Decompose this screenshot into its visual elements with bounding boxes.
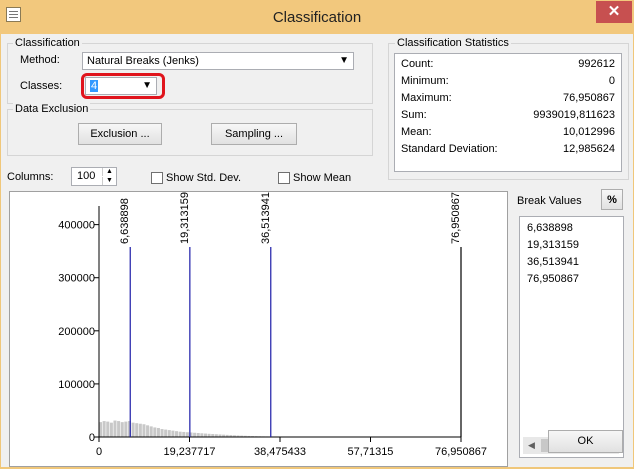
x-tick-label: 0 <box>96 446 102 458</box>
break-value-item[interactable]: 6,638898 <box>527 222 573 234</box>
histogram-bar <box>171 431 174 437</box>
stat-row-count: Count: 992612 <box>401 58 615 75</box>
stat-value: 76,950867 <box>563 92 615 104</box>
chevron-down-icon: ▼ <box>339 53 349 69</box>
stat-row-minimum: Minimum: 0 <box>401 75 615 92</box>
histogram-bar <box>142 424 145 437</box>
data-exclusion-group <box>7 109 373 156</box>
data-exclusion-label: Data Exclusion <box>13 103 90 115</box>
spin-up-icon[interactable]: ▲ <box>102 168 116 176</box>
columns-spinner[interactable]: 100 ▲ ▼ <box>71 167 117 186</box>
histogram-panel[interactable]: 400000 300000 200000 100000 00 19,237717 38,47… <box>9 191 508 467</box>
classification-group-label: Classification <box>13 37 82 49</box>
method-label: Method: <box>20 54 60 66</box>
histogram-bar <box>132 423 135 437</box>
stat-label: Sum: <box>401 109 427 121</box>
stat-value: 12,985624 <box>563 143 615 155</box>
spin-down-icon[interactable]: ▼ <box>102 177 116 185</box>
histogram-bar <box>197 433 200 437</box>
histogram-bar <box>193 433 196 437</box>
window-title: Classification <box>0 9 634 26</box>
method-value: Natural Breaks (Jenks) <box>87 55 199 67</box>
break-values-label: Break Values <box>517 195 582 207</box>
stat-value: 9939019,811623 <box>533 109 615 121</box>
x-tick-label: 57,71315 <box>348 446 394 458</box>
y-tick-label: 200000 <box>58 326 95 338</box>
break-label: 6,638898 <box>119 198 131 244</box>
columns-value: 100 <box>77 170 95 182</box>
x-tick-label: 76,950867 <box>435 446 487 458</box>
histogram-bar <box>146 425 149 437</box>
exclusion-button[interactable]: Exclusion ... <box>78 123 162 145</box>
sampling-button[interactable]: Sampling ... <box>211 123 297 145</box>
scroll-left-icon[interactable]: ◀ <box>523 437 540 454</box>
x-tick-label: 19,237717 <box>164 446 216 458</box>
break-value-item[interactable]: 19,313159 <box>527 239 579 251</box>
show-std-dev-checkbox[interactable] <box>151 172 163 184</box>
show-std-dev-label: Show Std. Dev. <box>166 172 241 184</box>
histogram-bar <box>121 422 124 437</box>
show-mean-checkbox[interactable] <box>278 172 290 184</box>
stat-label: Mean: <box>401 126 432 138</box>
ok-button[interactable]: OK <box>548 430 623 453</box>
histogram-bar <box>106 422 109 437</box>
dialog-body: Classification Method: Natural Breaks (J… <box>1 34 633 467</box>
break-value-item[interactable]: 36,513941 <box>527 256 579 268</box>
break-values-list[interactable]: 6,638898 19,313159 36,513941 76,950867 ◀… <box>519 216 624 458</box>
break-value-item[interactable]: 76,950867 <box>527 273 579 285</box>
histogram-bar <box>113 421 116 437</box>
histogram-bar <box>164 430 167 437</box>
highlight-annotation <box>81 73 165 99</box>
stat-value: 0 <box>609 75 615 87</box>
histogram-bar <box>161 429 164 437</box>
y-tick-label: 400000 <box>58 220 95 232</box>
y-tick-label: 0 <box>89 432 95 444</box>
histogram-bar <box>150 426 153 437</box>
y-tick-label: 100000 <box>58 379 95 391</box>
histogram-bar <box>186 432 189 437</box>
close-button[interactable]: ✕ <box>596 1 632 23</box>
stat-value: 10,012996 <box>563 126 615 138</box>
stat-row-maximum: Maximum: 76,950867 <box>401 92 615 109</box>
y-tick-label: 300000 <box>58 273 95 285</box>
histogram-bar <box>135 423 138 437</box>
stat-label: Minimum: <box>401 75 449 87</box>
histogram-bar <box>139 424 142 437</box>
break-label: 36,513941 <box>260 192 272 244</box>
title-bar: Classification ✕ <box>0 0 634 34</box>
statistics-panel: Count: 992612 Minimum: 0 Maximum: 76,950867… <box>394 53 622 172</box>
break-label: 76,950867 <box>450 192 462 244</box>
histogram-bar <box>204 434 207 437</box>
columns-label: Columns: <box>7 171 53 183</box>
histogram-bar <box>124 422 127 437</box>
histogram-bar <box>179 432 182 437</box>
show-mean-label: Show Mean <box>293 172 351 184</box>
stat-label: Standard Deviation: <box>401 143 498 155</box>
stat-row-std-dev: Standard Deviation: 12,985624 <box>401 143 615 160</box>
histogram-bar <box>175 431 178 437</box>
histogram-bar <box>110 423 113 437</box>
statistics-group-label: Classification Statistics <box>395 37 511 49</box>
histogram-bar <box>200 433 203 437</box>
classes-label: Classes: <box>20 80 62 92</box>
histogram-bar <box>117 421 120 437</box>
close-icon: ✕ <box>608 3 621 20</box>
histogram-bar <box>103 421 106 437</box>
method-select[interactable]: Natural Breaks (Jenks) ▼ <box>82 52 354 70</box>
histogram-bar <box>182 432 185 437</box>
stat-row-mean: Mean: 10,012996 <box>401 126 615 143</box>
percent-button[interactable]: % <box>601 189 623 210</box>
stat-row-sum: Sum: 9939019,811623 <box>401 109 615 126</box>
histogram-bar <box>153 427 156 437</box>
stat-label: Maximum: <box>401 92 452 104</box>
x-tick-label: 38,475433 <box>254 446 306 458</box>
histogram-chart[interactable]: 400000 300000 200000 100000 00 19,237717 38,47… <box>10 192 507 466</box>
stat-value: 992612 <box>578 58 615 70</box>
break-label: 19,313159 <box>179 192 191 244</box>
stat-label: Count: <box>401 58 433 70</box>
histogram-bar <box>157 428 160 437</box>
histogram-bar <box>168 430 171 437</box>
